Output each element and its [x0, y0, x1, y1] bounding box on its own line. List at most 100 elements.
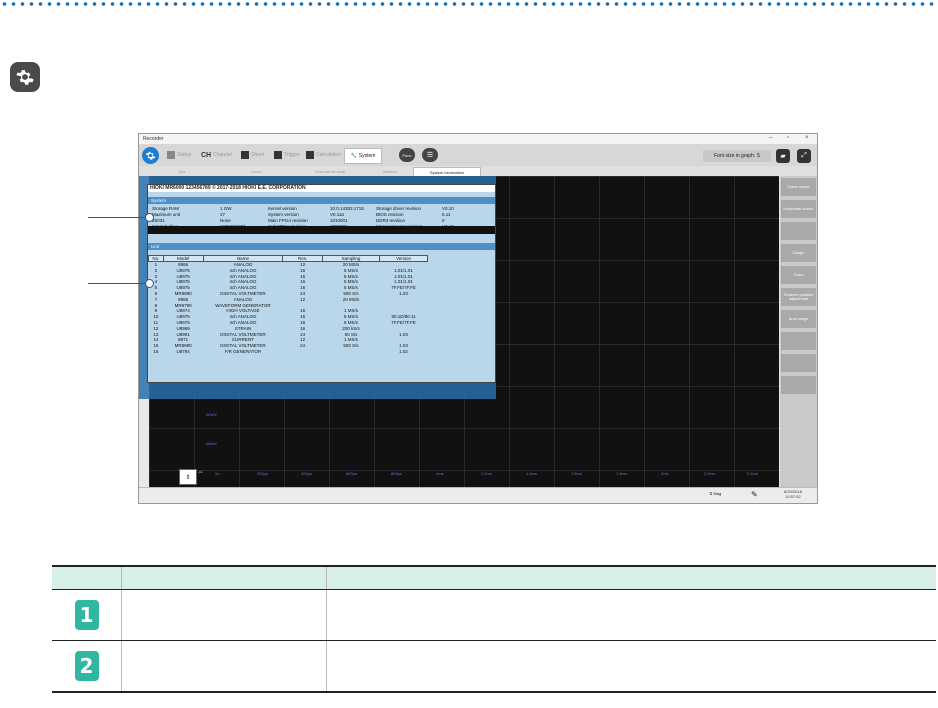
tab-sys[interactable]: Sys	[147, 167, 217, 175]
x-label: 1.8ms	[616, 471, 627, 476]
list-icon: ☰	[426, 152, 434, 159]
x-label: 1.4ms	[526, 471, 537, 476]
right-panel-blank-button[interactable]	[781, 376, 816, 394]
wrench-icon: 🔧	[350, 153, 357, 159]
system-info-cell: Maximum unit	[152, 212, 181, 217]
x-label: 2.4ms	[747, 471, 758, 476]
settings-button[interactable]	[142, 147, 159, 164]
x-label: 0s	[215, 471, 220, 476]
font-size-button[interactable]: Font size in graph: S	[703, 150, 771, 162]
system-info-cell: 0	[442, 218, 445, 223]
status-datetime: 8/29/2018 12:57:52	[784, 489, 802, 499]
unit-table: No. Model Name Res. Sampling Version 1 8966 ANA…	[148, 255, 428, 355]
system-info-cell: BIOS revision	[376, 212, 404, 217]
trace-cursor-button[interactable]: Trace cursor	[781, 178, 816, 196]
channel-button[interactable]: CH Channel	[201, 149, 232, 161]
horizontal-zoom-icon[interactable]: ⇔	[197, 469, 204, 476]
x-label: 2.2ms	[704, 471, 715, 476]
calculation-button[interactable]: Calculation	[306, 149, 341, 161]
x-label: 200μs	[257, 471, 268, 476]
x-label: 2ms	[661, 471, 669, 476]
calculation-label: Calculation	[316, 152, 341, 158]
mag-label: Mag	[713, 491, 722, 496]
close-icon[interactable]: ×	[805, 135, 809, 141]
system-info-cell: Kernel version	[268, 206, 297, 211]
callout-line-1	[88, 217, 150, 218]
right-panel-blank-button[interactable]	[781, 222, 816, 240]
unit-cell: 1.02	[399, 348, 408, 354]
fullscreen-button[interactable]: ⤢	[797, 149, 811, 163]
system-info-cell: DDR3 revision	[376, 218, 406, 223]
x-label: 400μs	[301, 471, 312, 476]
callout-marker-2	[145, 279, 154, 288]
divider	[148, 226, 495, 234]
legend-number-2: 2	[74, 651, 99, 681]
system-info-cell: Main FPGA revision	[268, 218, 308, 223]
vertical-zoom-icon[interactable]: ⇕	[179, 469, 197, 485]
channel-position-adjustment-button[interactable]: Channel position adjustment	[781, 288, 816, 306]
system-info-cell: None	[220, 218, 231, 223]
x-label: 1.6ms	[571, 471, 582, 476]
callout-marker-1	[145, 213, 154, 222]
window-titlebar: Recorder – ▫ ×	[139, 134, 817, 144]
tab-external-terminal[interactable]: External terminal	[295, 167, 365, 175]
folder-icon: ▰	[780, 153, 786, 160]
tab-system-information[interactable]: System information	[413, 167, 481, 176]
unit-cell: U8794	[176, 348, 190, 354]
window-title: Recorder	[143, 136, 164, 142]
sheet-label: Sheet	[251, 152, 265, 158]
legend-number-1: 1	[74, 600, 99, 630]
status-button[interactable]: Status	[167, 149, 191, 161]
status-icon	[167, 151, 175, 159]
gauge-button[interactable]: Gauge	[781, 244, 816, 262]
unit-row: 16 U8794 F/R GENERATOR 1.02	[149, 349, 428, 355]
system-info-cell: 1010001	[330, 218, 348, 223]
func-label: Func	[402, 152, 412, 158]
unit-cell: F/R GENERATOR	[224, 348, 262, 354]
system-info-cell: Z5031	[152, 218, 165, 223]
legend-name-1	[121, 589, 327, 641]
system-tabs: Sys Comm External terminal Initialize Sy…	[139, 166, 817, 176]
mag-indicator[interactable]: ⇅ Mag	[709, 491, 721, 496]
list-button[interactable]: ☰	[422, 148, 438, 162]
legend-table: 1 2	[52, 565, 936, 693]
system-info-cell: 10.0.14393.1715	[330, 206, 364, 211]
usb-icon: ✎	[751, 490, 758, 499]
decorative-dotted-border	[0, 0, 938, 8]
x-label: 1ms	[436, 471, 444, 476]
trigger-label: Trigger	[284, 152, 300, 158]
right-panel-blank-button[interactable]	[781, 332, 816, 350]
system-button[interactable]: 🔧 System	[344, 148, 382, 164]
right-panel-blank-button[interactable]	[781, 354, 816, 372]
unit-cell	[283, 349, 323, 355]
status-time: 12:57:52	[785, 494, 801, 499]
y-label: -80mV	[205, 441, 217, 446]
channel-label: Channel	[213, 152, 232, 158]
x-label: 800μs	[391, 471, 402, 476]
folder-button[interactable]: ▰	[776, 149, 790, 163]
right-panel: Trace cursor Horizontal cursor Gauge Zoo…	[780, 176, 817, 487]
system-info-cell: 5.11	[442, 212, 451, 217]
zoom-button[interactable]: Zoom	[781, 266, 816, 284]
sysinfo-header: HIOKI MR6000 123456789 © 2017-2018 HIOKI…	[148, 185, 495, 192]
callout-line-2	[88, 283, 150, 284]
auto-range-button[interactable]: Auto range	[781, 310, 816, 328]
x-label: 600μs	[346, 471, 357, 476]
tab-initialize[interactable]: Initialize	[369, 167, 411, 175]
settings-gear-icon	[10, 62, 40, 92]
trigger-button[interactable]: Trigger	[274, 149, 300, 161]
unit-section-title: Unit	[148, 243, 495, 250]
legend-desc-1	[326, 589, 936, 641]
sheet-button[interactable]: Sheet	[241, 149, 264, 161]
maximize-icon[interactable]: ▫	[787, 135, 789, 141]
func-button[interactable]: Func	[399, 148, 415, 162]
horizontal-cursor-button[interactable]: Horizontal cursor	[781, 200, 816, 218]
status-label: Status	[177, 152, 192, 158]
tab-comm[interactable]: Comm	[221, 167, 291, 175]
system-info-cell: Storage RAM	[152, 206, 180, 211]
sheet-icon	[241, 151, 249, 159]
channel-icon: CH	[201, 151, 212, 159]
y-label: -60mV	[205, 412, 217, 417]
minimize-icon[interactable]: –	[769, 135, 772, 141]
system-info-cell: System version	[268, 212, 299, 217]
